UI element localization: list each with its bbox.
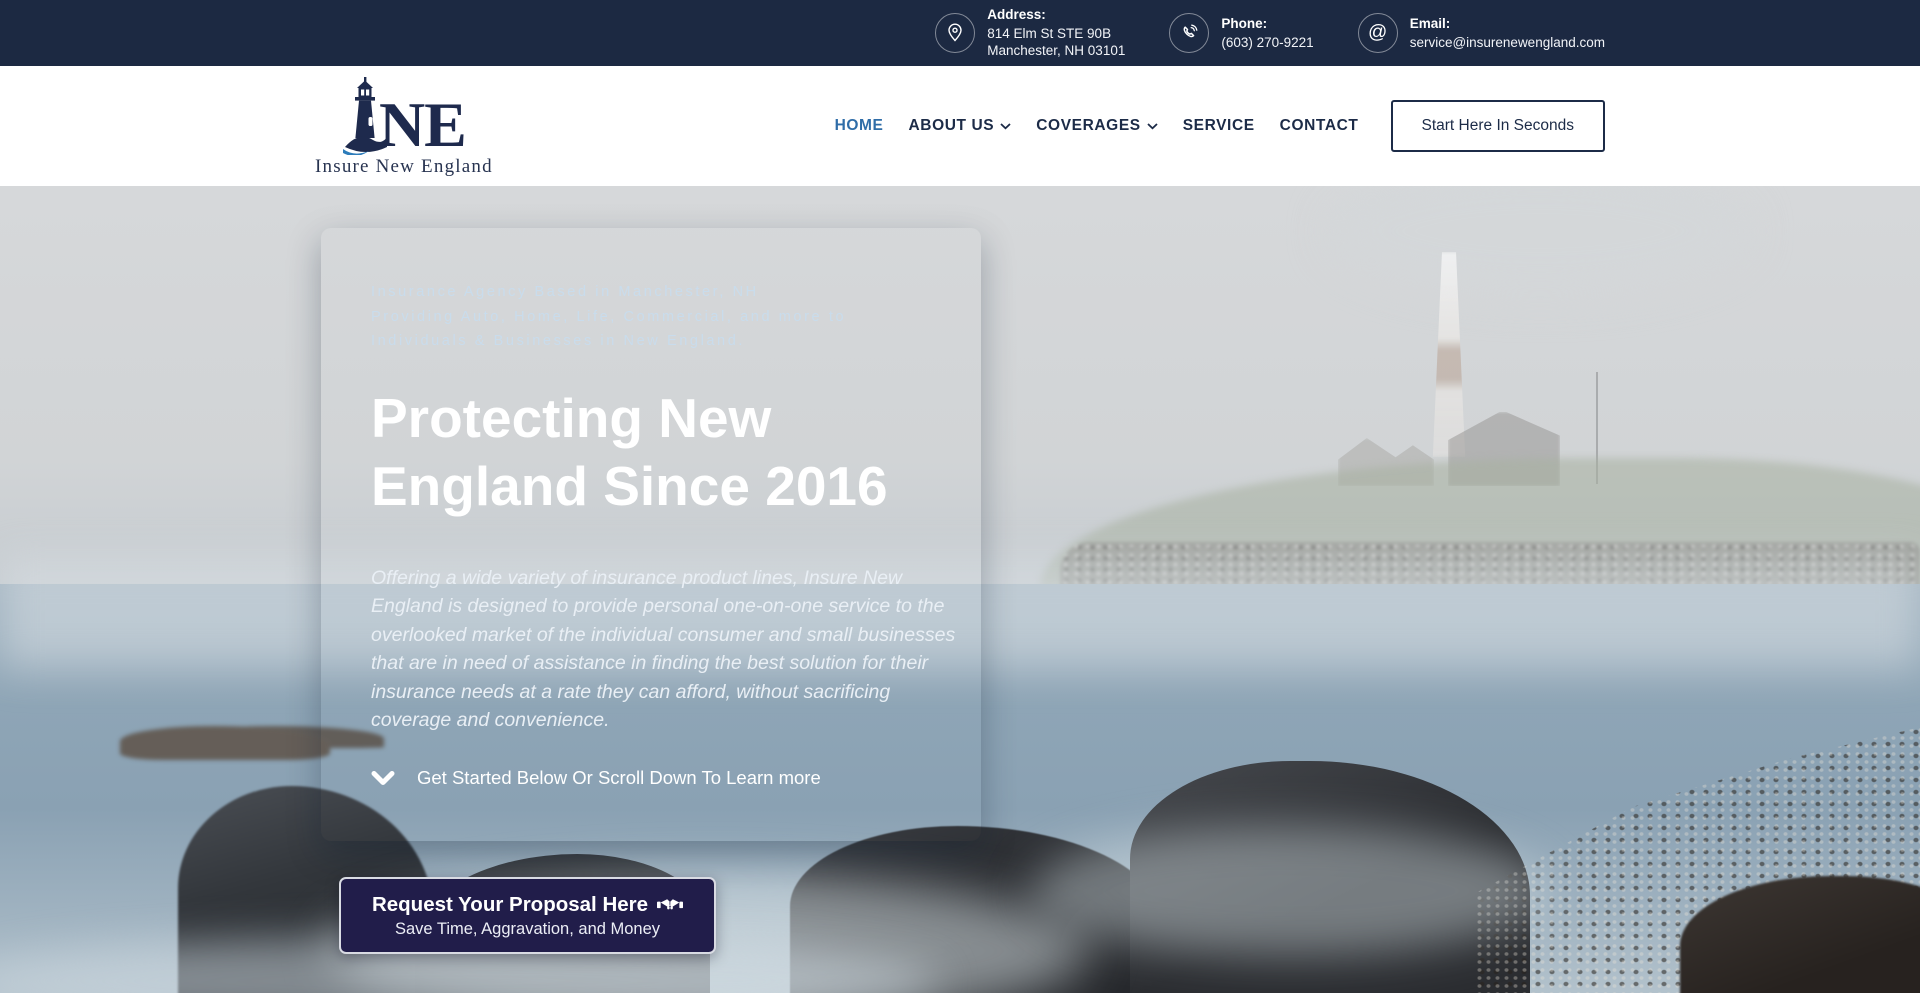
lighthouse-icon (342, 75, 388, 155)
phone-label: Phone: (1221, 16, 1313, 31)
at-sign-glyph: @ (1368, 22, 1387, 44)
handshake-icon (657, 896, 683, 913)
location-pin-icon (935, 13, 975, 53)
chevron-down-icon (371, 771, 395, 786)
nav-label-coverages: COVERAGES (1036, 117, 1140, 135)
scroll-down-link[interactable]: Get Started Below Or Scroll Down To Lear… (371, 767, 931, 811)
email-label: Email: (1410, 16, 1605, 31)
hero-card: Insurance Agency Based in Manchester, NH… (321, 228, 981, 841)
topbar-phone: Phone: (603) 270-9221 (1169, 13, 1313, 53)
nav-label-service: SERVICE (1183, 117, 1255, 135)
hero-eyebrow-line-2: Providing Auto, Home, Life, Commercial, … (371, 305, 931, 330)
nav-item-home[interactable]: HOME (835, 117, 884, 135)
at-sign-icon: @ (1358, 13, 1398, 53)
phone-icon (1169, 13, 1209, 53)
hero-paragraph: Offering a wide variety of insurance pro… (371, 564, 956, 735)
phone-number[interactable]: (603) 270-9221 (1221, 34, 1313, 51)
offshore-rocks (120, 726, 330, 760)
logo-name: Insure New England (315, 156, 493, 178)
email-address[interactable]: service@insurenewengland.com (1410, 34, 1605, 51)
nav-label-contact: CONTACT (1280, 117, 1359, 135)
nav-item-about-us[interactable]: ABOUT US (909, 117, 1012, 135)
nav-label-home: HOME (835, 117, 884, 135)
main-nav: HOME ABOUT US COVERAGES SERVICE CONTACT (835, 117, 1359, 135)
nav-item-coverages[interactable]: COVERAGES (1036, 117, 1157, 135)
topbar: Address: 814 Elm St STE 90B Manchester, … (0, 0, 1920, 66)
start-here-button[interactable]: Start Here In Seconds (1391, 100, 1606, 152)
hero-eyebrow: Insurance Agency Based in Manchester, NH… (371, 280, 931, 354)
scroll-hint-label: Get Started Below Or Scroll Down To Lear… (417, 767, 821, 789)
nav-label-about-us: ABOUT US (909, 117, 995, 135)
address-label: Address: (987, 7, 1125, 22)
nav-item-service[interactable]: SERVICE (1183, 117, 1255, 135)
nav-item-contact[interactable]: CONTACT (1280, 117, 1359, 135)
topbar-email: @ Email: service@insurenewengland.com (1358, 13, 1605, 53)
hero-eyebrow-line-3: Individuals & Businesses in New England. (371, 329, 931, 354)
request-proposal-button[interactable]: Request Your Proposal Here Save Time, Ag… (339, 877, 716, 954)
proposal-title: Request Your Proposal Here (372, 893, 648, 917)
logo-monogram: NE (379, 96, 466, 155)
mist (1030, 826, 1550, 956)
logo[interactable]: NE Insure New England (315, 75, 493, 178)
topbar-address: Address: 814 Elm St STE 90B Manchester, … (935, 7, 1125, 59)
address-line-1: 814 Elm St STE 90B (987, 25, 1125, 42)
hero-heading: Protecting New England Since 2016 (371, 384, 961, 520)
chevron-down-icon (1000, 123, 1011, 130)
hero-section: Insurance Agency Based in Manchester, NH… (0, 186, 1920, 993)
header: NE Insure New England HOME ABOUT US COVE… (0, 66, 1920, 186)
chevron-down-icon (1147, 123, 1158, 130)
proposal-subtitle: Save Time, Aggravation, and Money (395, 920, 660, 939)
address-line-2: Manchester, NH 03101 (987, 42, 1125, 59)
hero-eyebrow-line-1: Insurance Agency Based in Manchester, NH (371, 280, 931, 305)
